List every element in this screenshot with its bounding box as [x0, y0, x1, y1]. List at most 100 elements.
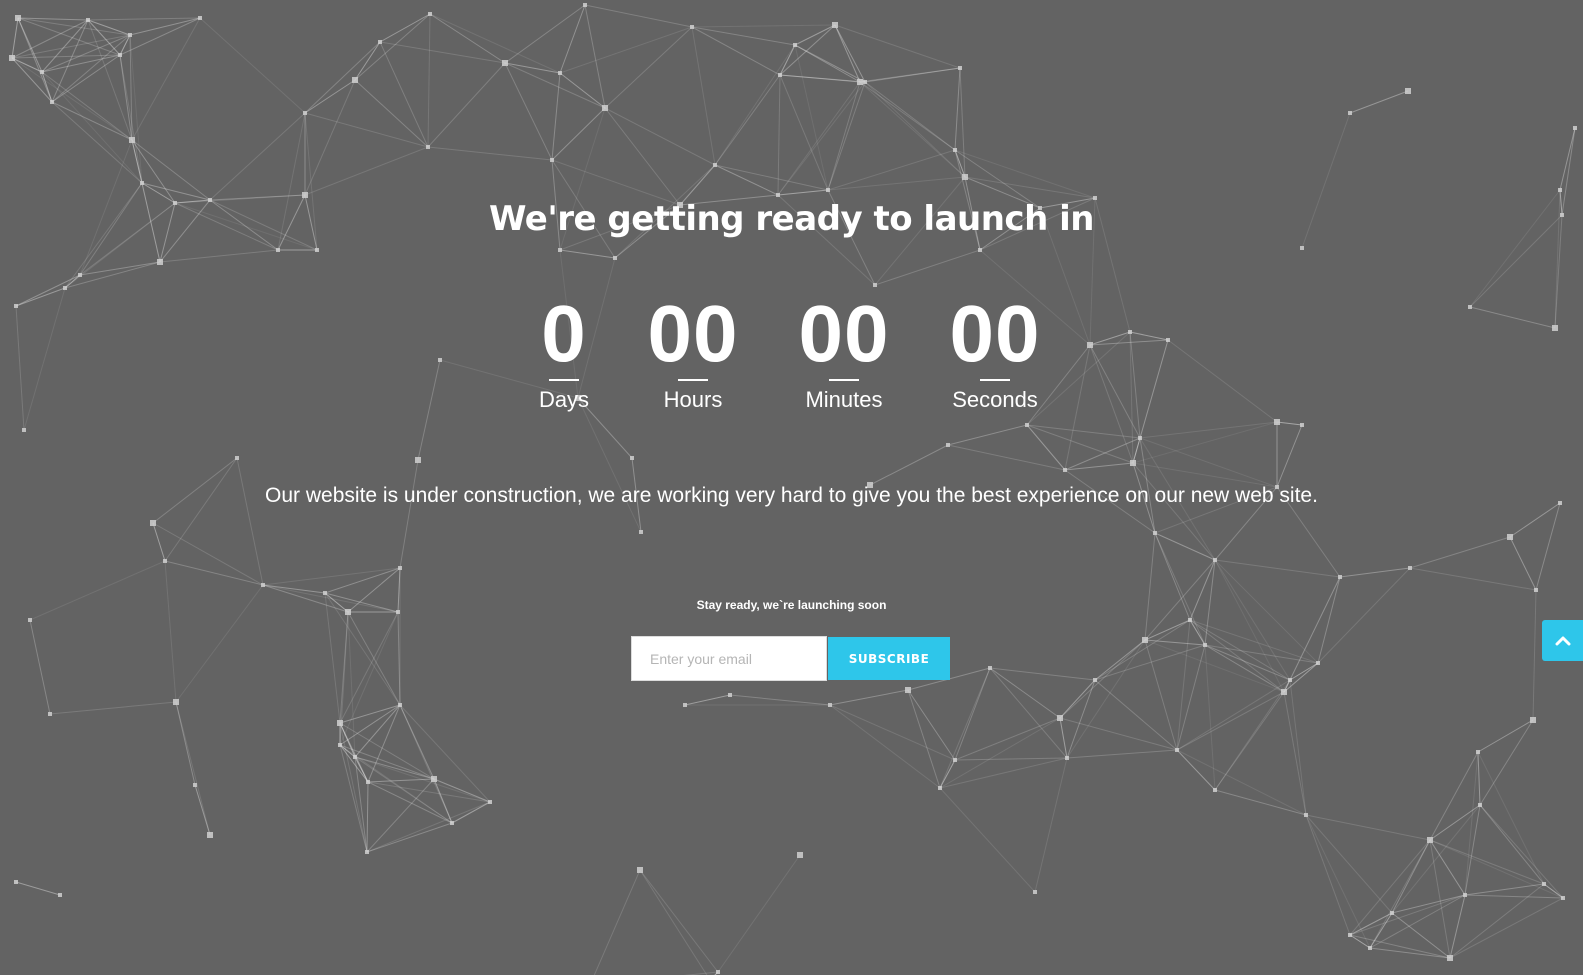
- network-link: [714, 74, 781, 166]
- network-link: [1339, 567, 1411, 578]
- network-link: [504, 62, 606, 109]
- network-link: [1214, 559, 1285, 693]
- coming-soon-page: We're getting ready to launch in 0 Days …: [0, 0, 1583, 975]
- countdown-minutes-value: 00: [798, 289, 890, 378]
- network-link: [1429, 804, 1481, 841]
- network-node: [415, 457, 421, 463]
- network-link: [779, 74, 829, 191]
- network-link: [236, 457, 264, 586]
- network-link: [1094, 679, 1178, 751]
- network-link: [366, 801, 491, 853]
- network-node: [953, 758, 957, 762]
- email-input[interactable]: [631, 636, 827, 681]
- network-link: [41, 19, 89, 73]
- network-node: [793, 43, 797, 47]
- network-link: [869, 444, 949, 486]
- network-node: [22, 428, 26, 432]
- network-link: [1449, 897, 1564, 959]
- network-node: [797, 852, 803, 858]
- network-node: [583, 3, 587, 7]
- countdown-hours-label: Hours: [663, 387, 723, 412]
- network-link: [1176, 691, 1285, 751]
- network-node: [78, 273, 82, 277]
- network-node: [28, 618, 32, 622]
- network-link: [1034, 757, 1068, 893]
- network-link: [1176, 749, 1307, 816]
- construction-message: Our website is under construction, we ar…: [265, 484, 1318, 507]
- network-node: [1065, 756, 1069, 760]
- network-link: [779, 44, 796, 76]
- network-link: [366, 781, 369, 853]
- network-node: [826, 188, 830, 192]
- network-link: [354, 756, 435, 780]
- network-node: [1288, 678, 1292, 682]
- network-node: [303, 111, 307, 115]
- network-node: [302, 192, 308, 198]
- network-link: [119, 34, 131, 56]
- network-node: [613, 256, 617, 260]
- network-link: [1317, 576, 1341, 664]
- network-node: [713, 163, 717, 167]
- network-link: [1429, 839, 1564, 899]
- network-node: [1175, 748, 1179, 752]
- network-link: [1429, 839, 1466, 896]
- network-link: [1349, 90, 1409, 114]
- network-link: [1464, 894, 1564, 899]
- network-node: [1463, 893, 1467, 897]
- network-link: [1214, 559, 1341, 578]
- network-link: [1283, 576, 1341, 693]
- network-link: [367, 781, 453, 824]
- network-link: [1317, 567, 1411, 664]
- network-link: [1176, 619, 1191, 751]
- network-link: [1094, 644, 1206, 681]
- network-link: [1369, 947, 1451, 959]
- network-node: [1316, 661, 1320, 665]
- network-link: [11, 57, 133, 141]
- network-link: [15, 881, 61, 896]
- network-link: [1059, 639, 1146, 719]
- network-link: [584, 4, 606, 109]
- network-node: [1188, 618, 1192, 622]
- network-link: [691, 24, 836, 28]
- network-node: [1063, 468, 1067, 472]
- network-node: [323, 591, 327, 595]
- subscribe-button[interactable]: SUBSCRIBE: [828, 637, 950, 680]
- network-link: [1276, 421, 1303, 426]
- network-link: [559, 26, 693, 74]
- network-node: [1530, 717, 1536, 723]
- network-link: [827, 81, 861, 191]
- network-node: [1093, 678, 1097, 682]
- network-link: [954, 67, 961, 151]
- countdown-hours: 00 Hours: [618, 292, 768, 413]
- network-node: [157, 259, 163, 265]
- network-node: [1447, 955, 1453, 961]
- network-node: [988, 666, 992, 670]
- network-node: [683, 703, 687, 707]
- network-node: [1348, 111, 1352, 115]
- network-node: [365, 850, 369, 854]
- network-node: [978, 248, 982, 252]
- network-link: [129, 17, 201, 36]
- network-link: [324, 567, 401, 594]
- network-link: [559, 249, 616, 259]
- network-node: [639, 530, 643, 534]
- network-link: [559, 4, 586, 74]
- network-node: [207, 832, 213, 838]
- network-node: [863, 80, 867, 84]
- network-node: [946, 443, 950, 447]
- network-link: [1305, 814, 1371, 949]
- network-link: [194, 784, 211, 836]
- network-link: [1094, 639, 1146, 681]
- countdown-timer: 0 Days 00 Hours 00 Minutes 00 Seconds: [0, 292, 1583, 422]
- network-link: [504, 62, 553, 161]
- network-link: [199, 17, 306, 114]
- network-node: [337, 720, 343, 726]
- network-link: [714, 44, 796, 166]
- network-node: [378, 40, 382, 44]
- countdown-divider: [829, 379, 859, 381]
- network-node: [1561, 896, 1565, 900]
- network-node: [261, 583, 265, 587]
- network-node: [776, 193, 780, 197]
- scroll-to-top-button[interactable]: [1542, 620, 1583, 661]
- network-link: [87, 17, 201, 21]
